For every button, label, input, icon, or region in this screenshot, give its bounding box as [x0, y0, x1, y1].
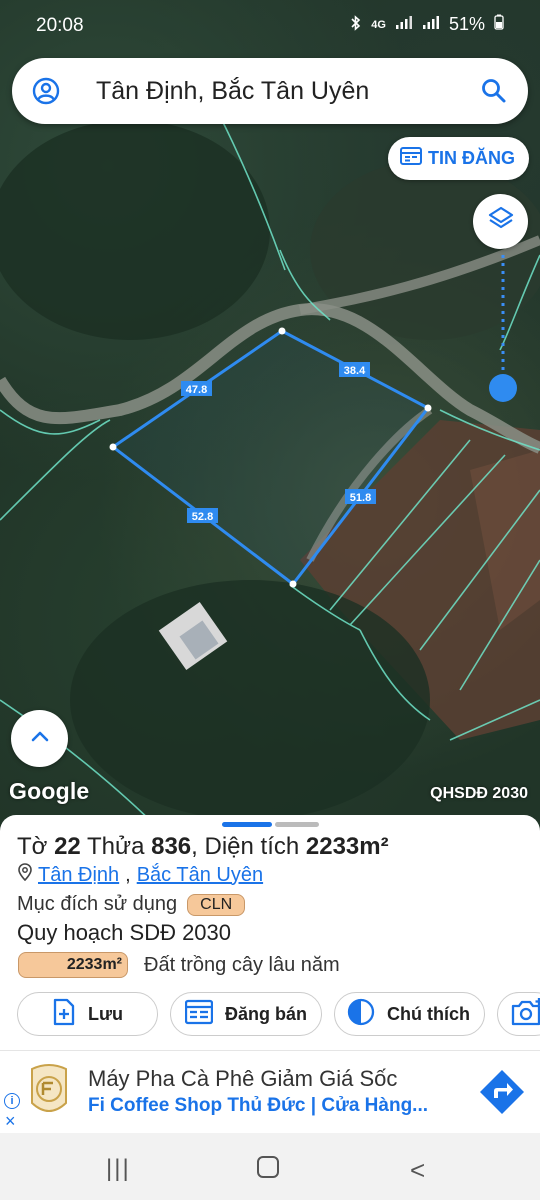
search-bar[interactable]: Tân Định, Bắc Tân Uyên: [12, 58, 528, 124]
plot-label: Thửa: [87, 833, 145, 860]
svg-text:52.8: 52.8: [192, 511, 213, 523]
listings-label: TIN ĐĂNG: [428, 148, 515, 168]
tree-canopy: [70, 580, 430, 820]
land-use-badge: CLN: [187, 893, 246, 916]
legend-button[interactable]: Chú thích: [334, 992, 485, 1036]
coffee-shop-logo: [28, 1063, 70, 1119]
back-button[interactable]: <: [410, 1155, 425, 1186]
listing-icon: [184, 999, 214, 1030]
save-button[interactable]: Lưu: [17, 992, 158, 1036]
parcel-location: Tân Định, Bắc Tân Uyên: [18, 863, 263, 887]
edge-label: 38.4: [339, 362, 370, 377]
land-use-label: Mục đích sử dụng: [17, 893, 178, 915]
area-label: , Diện tích: [191, 833, 300, 860]
pin-icon: [18, 863, 32, 887]
listings-button[interactable]: TIN ĐĂNG: [388, 137, 529, 180]
signal-icon: [395, 14, 413, 35]
post-sale-label: Đăng bán: [225, 1003, 308, 1024]
account-icon[interactable]: [32, 77, 60, 105]
status-time: 20:08: [36, 15, 84, 36]
sheet-number: 22: [54, 833, 81, 860]
edge-label: 52.8: [187, 508, 218, 523]
edge-label: 47.8: [181, 381, 212, 396]
ad-banner[interactable]: i × Máy Pha Cà Phê Giảm Giá Sốc Fi Coffe…: [0, 1050, 540, 1133]
status-bar: 20:08 4G 51%: [0, 0, 540, 52]
battery-percent: 51%: [448, 14, 485, 34]
svg-text:47.8: 47.8: [186, 384, 207, 396]
map-layer-label: QHSDĐ 2030: [430, 785, 528, 802]
ad-title[interactable]: Máy Pha Cà Phê Giảm Giá Sốc: [88, 1066, 397, 1092]
save-label: Lưu: [88, 1003, 124, 1024]
edge-label: 51.8: [345, 489, 376, 504]
parcel-vertex: [278, 327, 286, 335]
legend-label: Chú thích: [387, 1003, 470, 1024]
planning-title: Quy hoạch SDĐ 2030: [17, 920, 232, 945]
sheet-label: Tờ: [17, 833, 48, 860]
signal-icon-2: [422, 14, 440, 35]
area-value: 2233m²: [305, 833, 389, 860]
ad-info-icon[interactable]: i: [4, 1093, 20, 1109]
layers-button[interactable]: [473, 194, 528, 249]
search-icon[interactable]: [480, 77, 508, 105]
add-file-icon: [52, 998, 76, 1031]
planning-area-badge: 2233m²: [18, 952, 128, 978]
plot-number: 836: [151, 833, 192, 860]
search-input[interactable]: Tân Định, Bắc Tân Uyên: [96, 77, 369, 106]
bluetooth-icon: [350, 15, 362, 34]
action-bar: Lưu Đăng bán Chú thích: [17, 992, 540, 1036]
directions-icon[interactable]: [478, 1068, 526, 1116]
planning-row: 2233m² Đất trồng cây lâu năm: [18, 952, 340, 978]
google-logo: Google: [9, 778, 90, 804]
parcel-info-sheet[interactable]: Tờ 22 Thửa 836, Diện tích 2233m² Tân Địn…: [0, 815, 540, 1050]
sheet-handle-active[interactable]: [222, 822, 272, 827]
map-canvas[interactable]: 47.8 38.4 51.8 52.8: [0, 0, 540, 830]
network-type: 4G: [371, 18, 386, 31]
system-nav-bar: ||| <: [0, 1133, 540, 1200]
parcel-title: Tờ 22 Thửa 836, Diện tích 2233m²: [17, 833, 389, 861]
home-button[interactable]: [257, 1156, 279, 1178]
recent-apps-button[interactable]: |||: [106, 1155, 131, 1183]
svg-text:51.8: 51.8: [350, 492, 371, 504]
map-view[interactable]: 47.8 38.4 51.8 52.8 20:08 4G 51% Tân Địn…: [0, 0, 540, 830]
district-link[interactable]: Bắc Tân Uyên: [137, 864, 263, 887]
location-separator: ,: [125, 863, 131, 886]
add-photo-icon: [510, 997, 540, 1032]
ad-close-icon[interactable]: ×: [5, 1111, 16, 1132]
my-location-dot[interactable]: [489, 374, 517, 402]
commune-link[interactable]: Tân Định: [38, 864, 119, 887]
tree-canopy: [0, 120, 270, 340]
parcel-vertex: [289, 580, 297, 588]
camera-button[interactable]: [497, 992, 540, 1036]
status-icons: 4G 51%: [350, 14, 504, 35]
land-use-row: Mục đích sử dụng CLN: [17, 893, 246, 916]
chevron-up-icon: [30, 729, 50, 748]
svg-text:38.4: 38.4: [344, 365, 366, 377]
battery-icon: [494, 14, 504, 35]
sheet-handle[interactable]: [275, 822, 319, 827]
parcel-vertex: [109, 443, 117, 451]
post-sale-button[interactable]: Đăng bán: [170, 992, 322, 1036]
listing-icon: [400, 146, 422, 171]
expand-button[interactable]: [11, 710, 68, 767]
parcel-vertex: [424, 404, 432, 412]
contrast-icon: [347, 998, 375, 1031]
ad-subtitle[interactable]: Fi Coffee Shop Thủ Đức | Cửa Hàng...: [88, 1095, 428, 1117]
planning-description: Đất trồng cây lâu năm: [144, 953, 340, 976]
layers-icon: [487, 205, 515, 238]
